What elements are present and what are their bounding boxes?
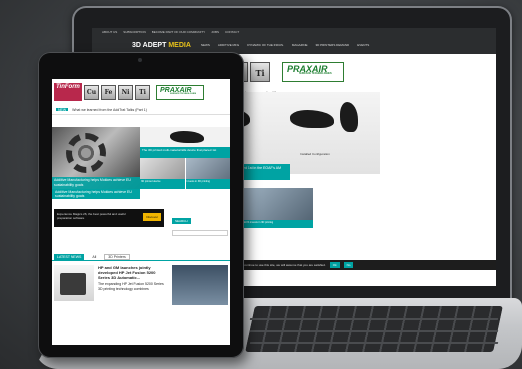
side-ad[interactable]	[172, 265, 228, 305]
topbar-item-jobs[interactable]: JOBS	[211, 30, 219, 34]
keyboard-row	[249, 318, 499, 320]
laptop-topbar: ABOUT US SUBSCRIPTION BECOME PART OF OUR…	[92, 28, 496, 36]
mid-section: Experience Magics 26, the best powerful …	[52, 209, 230, 236]
search-widget: SEARCH	[172, 209, 228, 236]
label-installed: Installed Configuration	[300, 152, 330, 156]
element-cu: Cu	[84, 84, 99, 100]
feature-side: The 3D printed multi-material EIE device…	[140, 127, 230, 189]
cookie-ok-button[interactable]: Ok	[329, 262, 340, 268]
news-text: HP and GM launches jointly developed HP …	[98, 265, 168, 305]
element-fe: Fe	[101, 84, 116, 100]
news-ticker[interactable]: NEW What we learned from the AddTrat Tal…	[52, 105, 230, 115]
tinform-logo: TinForm	[54, 83, 82, 101]
search-input[interactable]	[172, 230, 228, 236]
element-ti: Ti	[135, 84, 150, 100]
news-item[interactable]: HP and GM launches jointly developed HP …	[52, 261, 230, 309]
latest-news-label: LATEST NEWS	[54, 254, 85, 260]
cookie-no-button[interactable]: No	[343, 262, 354, 268]
nav-item-printers[interactable]: 3D PRINTERS DEMAND	[316, 43, 350, 47]
feature-caption-strip[interactable]: Additive Manufacturing helps Mokkes achi…	[52, 189, 140, 199]
discover-button[interactable]: Discover	[143, 213, 161, 221]
feature-caption: Additive Manufacturing helps Mokkes achi…	[52, 177, 140, 189]
search-label: SEARCH	[172, 218, 191, 224]
topbar-item-contact[interactable]: CONTACT	[225, 30, 239, 34]
cookie-bar: our website. If you continue to use this…	[212, 260, 496, 270]
site-logo[interactable]: 3D ADEPT MEDIA	[132, 42, 191, 49]
element-ni: Ni	[118, 84, 133, 100]
news-thumbnail[interactable]	[54, 265, 94, 301]
gear-icon	[66, 133, 106, 173]
category-select[interactable]: 3D Printers	[104, 254, 130, 260]
feature-image[interactable]: Additive Manufacturing helps Mokkes achi…	[52, 127, 140, 189]
latest-news-header: LATEST NEWS All 3D Printers	[52, 254, 230, 261]
featured-section: Additive Manufacturing helps Mokkes achi…	[52, 127, 230, 189]
nav-item-magazine[interactable]: MAGAZINE	[292, 43, 308, 47]
tablet-screen: TinForm Cu Fe Ni Ti PRAXAIR SURFACE TECHN…	[52, 79, 230, 345]
element-ti: Ti	[250, 62, 270, 82]
sponsor-logo: PRAXAIR SURFACE TECHNOLOGIES	[282, 62, 344, 82]
sponsor-logo: PRAXAIR SURFACE TECHNOLOGIES	[156, 84, 204, 100]
side-feature-top[interactable]: The 3D printed multi-material EIE device…	[140, 127, 230, 158]
nav-item-additive[interactable]: ADDITIVE MFG	[218, 43, 239, 47]
software-ad[interactable]: Experience Magics 26, the best powerful …	[54, 209, 164, 227]
keyboard-row	[249, 342, 499, 344]
nav-item-dynamic[interactable]: DYNAMIC OF THE INDUS.	[247, 43, 284, 47]
nav-item-events[interactable]: EVENTS	[357, 43, 369, 47]
tablet-ad-banner[interactable]: TinForm Cu Fe Ni Ti PRAXAIR SURFACE TECHN…	[52, 79, 230, 105]
nav-item-news[interactable]: NEWS	[201, 43, 210, 47]
thumbnail-item[interactable]: EOS invests in 3D printing	[243, 188, 313, 228]
news-body: The expanding HP Jet Fusion 5200 Series …	[98, 282, 164, 291]
topbar-item-subscription[interactable]: SUBSCRIPTION	[123, 30, 146, 34]
topbar-item-about[interactable]: ABOUT US	[102, 30, 117, 34]
ticker-text: What we learned from the AddTrat Talks (…	[72, 108, 147, 112]
tablet-camera	[138, 58, 142, 62]
news-title[interactable]: HP and GM launches jointly developed HP …	[98, 265, 168, 280]
topbar-item-community[interactable]: BECOME PART OF OUR COMMUNITY	[152, 30, 205, 34]
laptop-keyboard	[245, 306, 503, 352]
keyboard-row	[249, 330, 499, 332]
side-feature-thumb[interactable]: 3D printed device	[140, 158, 185, 189]
side-feature-thumb[interactable]: Invests in 3D printing	[185, 158, 230, 189]
main-nav: NEWS ADDITIVE MFG DYNAMIC OF THE INDUS. …	[201, 43, 369, 47]
ticker-tag: NEW	[56, 108, 69, 112]
tab-all[interactable]: All	[92, 255, 96, 259]
